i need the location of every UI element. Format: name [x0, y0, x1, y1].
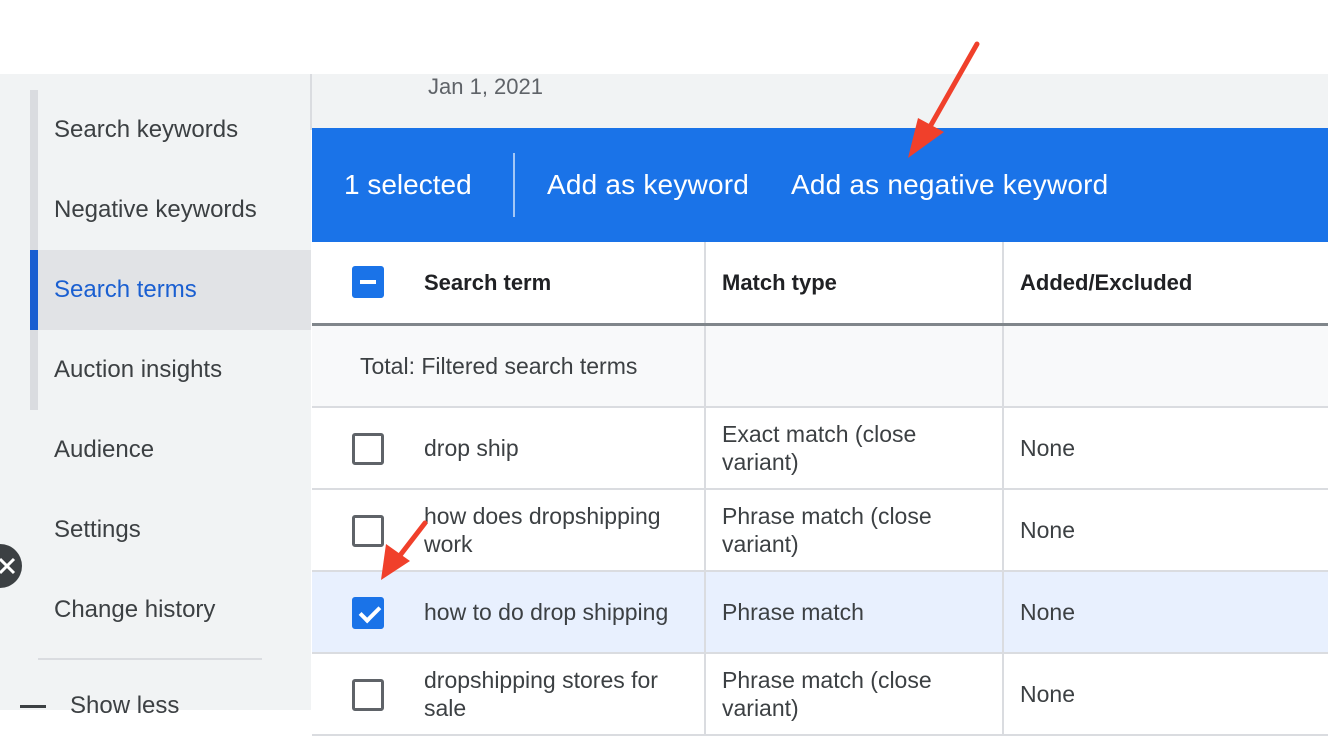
- sidebar-item-auction-insights[interactable]: Auction insights: [30, 330, 311, 410]
- header-search-term[interactable]: Search term: [424, 242, 704, 323]
- table-row-selected[interactable]: how to do drop shipping Phrase match Non…: [312, 572, 1328, 654]
- date-range-label: Jan 1, 2021: [428, 74, 543, 99]
- added-excluded-cell: None: [1020, 681, 1075, 707]
- select-all-checkbox[interactable]: [352, 266, 384, 298]
- total-row: Total: Filtered search terms: [312, 326, 1328, 408]
- table-row[interactable]: dropshipping stores for sale Phrase matc…: [312, 654, 1328, 736]
- show-less-label: Show less: [70, 692, 180, 719]
- selected-count: 1 selected: [344, 169, 472, 200]
- row-checkbox[interactable]: [352, 433, 384, 465]
- search-term-cell: how to do drop shipping: [424, 599, 669, 625]
- column-divider: [1002, 490, 1004, 570]
- header-added-excluded[interactable]: Added/Excluded: [1020, 242, 1320, 323]
- sidebar-item-audience[interactable]: Audience: [30, 410, 311, 490]
- column-divider: [704, 326, 706, 406]
- add-as-keyword-button[interactable]: Add as keyword: [547, 169, 749, 201]
- header-match-type[interactable]: Match type: [722, 242, 1002, 323]
- column-divider: [1002, 654, 1004, 734]
- sidebar-divider: [38, 658, 262, 660]
- sidebar: Search keywords Negative keywords Search…: [0, 74, 311, 719]
- sidebar-item-settings[interactable]: Settings: [30, 490, 311, 570]
- column-divider: [1002, 326, 1004, 406]
- total-label: Total: Filtered search terms: [360, 353, 638, 379]
- selection-action-bar: 1 selected Add as keyword Add as negativ…: [312, 128, 1328, 242]
- add-as-negative-keyword-button[interactable]: Add as negative keyword: [791, 169, 1108, 201]
- action-bar-divider: [513, 153, 515, 217]
- table-row[interactable]: how does dropshipping work Phrase match …: [312, 490, 1328, 572]
- column-divider: [1002, 242, 1004, 323]
- added-excluded-cell: None: [1020, 599, 1075, 625]
- search-term-cell: dropshipping stores for sale: [424, 667, 658, 721]
- column-divider: [704, 572, 706, 652]
- added-excluded-cell: None: [1020, 435, 1075, 461]
- sidebar-item-negative-keywords[interactable]: Negative keywords: [30, 170, 311, 250]
- row-checkbox-checked[interactable]: [352, 597, 384, 629]
- column-divider: [704, 654, 706, 734]
- close-icon[interactable]: [0, 544, 22, 588]
- search-term-cell: how does dropshipping work: [424, 503, 661, 557]
- column-divider: [704, 242, 706, 323]
- search-term-cell: drop ship: [424, 435, 519, 461]
- match-type-cell: Phrase match (close variant): [722, 503, 932, 557]
- added-excluded-cell: None: [1020, 517, 1075, 543]
- row-checkbox[interactable]: [352, 679, 384, 711]
- column-divider: [704, 408, 706, 488]
- column-divider: [1002, 408, 1004, 488]
- match-type-cell: Exact match (close variant): [722, 421, 917, 475]
- sidebar-item-change-history[interactable]: Change history: [30, 570, 311, 650]
- table-row[interactable]: drop ship Exact match (close variant) No…: [312, 408, 1328, 490]
- column-divider: [1002, 572, 1004, 652]
- top-bar: [0, 0, 1328, 74]
- sidebar-item-search-terms[interactable]: Search terms: [30, 250, 311, 330]
- minus-icon: [20, 704, 46, 708]
- table-header-row: Search term Match type Added/Excluded: [312, 242, 1328, 326]
- column-divider: [704, 490, 706, 570]
- show-less-button[interactable]: Show less: [20, 686, 179, 726]
- row-checkbox[interactable]: [352, 515, 384, 547]
- match-type-cell: Phrase match: [722, 599, 864, 625]
- sidebar-item-search-keywords[interactable]: Search keywords: [30, 90, 311, 170]
- match-type-cell: Phrase match (close variant): [722, 667, 932, 721]
